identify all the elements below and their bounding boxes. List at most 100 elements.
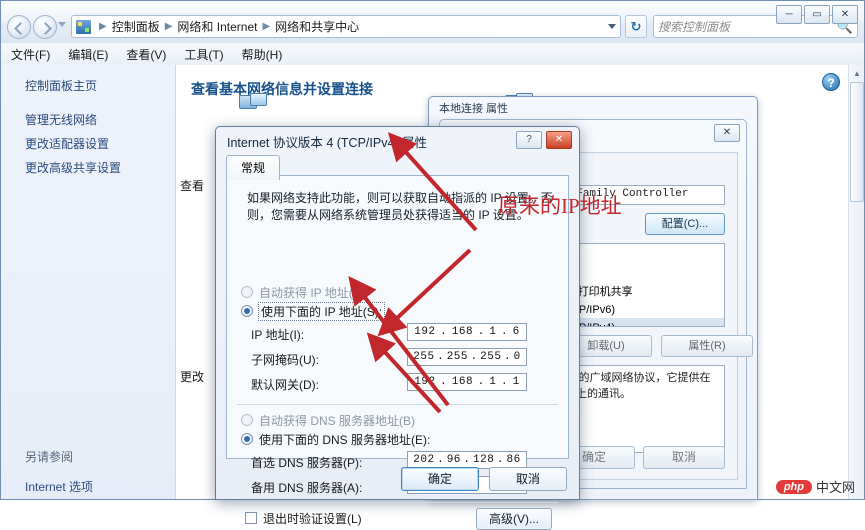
section-divider [237,404,558,405]
sidebar-item-control-panel-home[interactable]: 控制面板主页 [25,77,175,94]
ok-button[interactable]: 确定 [401,467,479,491]
address-dropdown-icon[interactable] [604,16,620,37]
ip-octet-2[interactable]: 168 [452,326,473,338]
radio-obtain-dns-automatically[interactable] [241,414,253,426]
subnet-mask-field[interactable]: 255. 255. 255. 0 [407,348,527,366]
lan-props-cancel-button[interactable]: 取消 [643,446,725,469]
watermark-logo: php [775,479,812,494]
search-input[interactable]: 搜索控制面板 [658,18,730,35]
menu-item-edit[interactable]: 编辑(E) [68,46,108,63]
maximize-button[interactable]: ▭ [804,5,830,24]
menu-item-help[interactable]: 帮助(H) [242,46,283,63]
ip-dot: . [470,351,478,363]
ipv4-titlebar: Internet 协议版本 4 (TCP/IPv4) 属性 ? ✕ [216,127,579,153]
network-map-icon [239,93,269,113]
ip-octet-3[interactable]: 1 [489,326,496,338]
label-subnet-mask: 子网掩码(U): [251,353,319,367]
watermark: php 中文网 [775,477,855,496]
default-gateway-field[interactable]: 192. 168. 1. 1 [407,373,527,391]
properties-button[interactable]: 属性(R) [661,335,753,357]
help-button[interactable]: ? [516,131,542,149]
scroll-up-icon[interactable]: ▲ [849,65,865,81]
label-obtain-ip-automatically[interactable]: 自动获得 IP 地址(O) [259,284,366,301]
menu-item-view[interactable]: 查看(V) [126,46,166,63]
ipv4-dialog-title: Internet 协议版本 4 (TCP/IPv4) 属性 [227,136,428,150]
address-bar[interactable]: ▶ 控制面板 ▶ 网络和 Internet ▶ 网络和共享中心 [71,15,621,38]
lan-props-close-button[interactable]: ✕ [714,124,740,142]
watermark-text: 中文网 [815,480,855,495]
see-also-label: 另请参阅 [25,450,74,464]
radio-use-following-ip[interactable] [241,305,253,317]
close-button[interactable]: ✕ [832,5,858,24]
mask-octet-4[interactable]: 0 [514,351,521,363]
navigation-bar: ▶ 控制面板 ▶ 网络和 Internet ▶ 网络和共享中心 ↻ 搜索控制面板… [1,1,864,43]
tab-strip: 常规 [226,155,281,180]
gw-octet-4[interactable]: 1 [513,376,520,388]
tab-general[interactable]: 常规 [226,155,281,180]
lan-props-outer-title: 本地连接 属性 [439,103,509,115]
label-ip-address: IP 地址(I): [251,328,305,342]
ip-dot: . [503,351,512,363]
menu-bar: 文件(F) 编辑(E) 查看(V) 工具(T) 帮助(H) [1,43,864,65]
breadcrumb-separator-icon: ▶ [99,21,107,32]
menu-item-tools[interactable]: 工具(T) [184,46,223,63]
gw-octet-2[interactable]: 168 [452,376,473,388]
configure-button[interactable]: 配置(C)... [645,213,725,235]
sidebar-item-change-adapter[interactable]: 更改适配器设置 [25,135,175,152]
history-dropdown-icon[interactable] [58,22,66,27]
label-default-gateway: 默认网关(D): [251,378,319,392]
label-use-following-dns[interactable]: 使用下面的 DNS 服务器地址(E): [259,431,430,448]
breadcrumb-item-control-panel[interactable]: 控制面板 [112,18,160,35]
scrollbar-thumb[interactable] [850,82,864,202]
label-preferred-dns: 首选 DNS 服务器(P): [251,456,363,470]
ipv4-properties-dialog[interactable]: Internet 协议版本 4 (TCP/IPv4) 属性 ? ✕ 常规 如果网… [215,126,580,530]
breadcrumb-item-network-internet[interactable]: 网络和 Internet [177,18,257,35]
ip-octet-1[interactable]: 192 [414,326,435,338]
validate-settings-checkbox[interactable] [245,512,257,524]
help-icon[interactable]: ? [822,73,840,91]
dns1-octet-2[interactable]: 96 [447,454,461,466]
validate-settings-label[interactable]: 退出时验证设置(L) [263,510,362,527]
change-network-settings-label: 更改 [180,370,205,384]
cancel-button[interactable]: 取消 [489,467,567,491]
ip-dot: . [463,454,471,466]
menu-item-file[interactable]: 文件(F) [11,46,50,63]
ip-dot: . [477,326,485,338]
advanced-button[interactable]: 高级(V)... [476,508,552,530]
breadcrumb-item-network-sharing-center[interactable]: 网络和共享中心 [275,18,359,35]
back-button[interactable] [7,15,31,39]
forward-button[interactable] [33,15,57,39]
refresh-button[interactable]: ↻ [625,15,647,38]
ip-octet-4[interactable]: 6 [513,326,520,338]
sidebar-item-manage-wireless[interactable]: 管理无线网络 [25,111,175,128]
vertical-scrollbar[interactable]: ▲ [848,65,864,499]
ip-dot: . [437,351,445,363]
see-also-item-internet-options[interactable]: Internet 选项 [25,478,93,495]
ipv4-title-buttons: ? ✕ [516,131,572,149]
ip-dot: . [500,326,509,338]
breadcrumb-separator-icon: ▶ [164,21,173,32]
gw-octet-3[interactable]: 1 [489,376,496,388]
mask-octet-2[interactable]: 255 [447,351,468,363]
radio-obtain-ip-automatically[interactable] [241,286,253,298]
annotation-label-original-ip: 原来的IP地址 [498,194,622,218]
mask-octet-1[interactable]: 255 [413,351,434,363]
mask-octet-3[interactable]: 255 [480,351,501,363]
close-button[interactable]: ✕ [546,131,572,149]
sidebar: 控制面板主页 管理无线网络 更改适配器设置 更改高级共享设置 另请参阅 Inte… [1,65,176,499]
dns1-octet-4[interactable]: 86 [507,454,521,466]
dns1-octet-3[interactable]: 128 [473,454,494,466]
ip-dot: . [477,376,485,388]
gw-octet-1[interactable]: 192 [414,376,435,388]
dns1-octet-1[interactable]: 202 [413,454,434,466]
nav-buttons [7,15,57,39]
sidebar-item-advanced-sharing[interactable]: 更改高级共享设置 [25,159,175,176]
minimize-button[interactable]: ─ [776,5,802,24]
label-obtain-dns-automatically[interactable]: 自动获得 DNS 服务器地址(B) [259,412,415,429]
ip-address-field[interactable]: 192. 168. 1. 6 [407,323,527,341]
lan-props-outer-titlebar: 本地连接 属性 [429,97,757,119]
label-use-following-ip[interactable]: 使用下面的 IP 地址(S): [257,302,386,321]
radio-use-following-dns[interactable] [241,433,253,445]
breadcrumb-separator-icon: ▶ [262,21,271,32]
